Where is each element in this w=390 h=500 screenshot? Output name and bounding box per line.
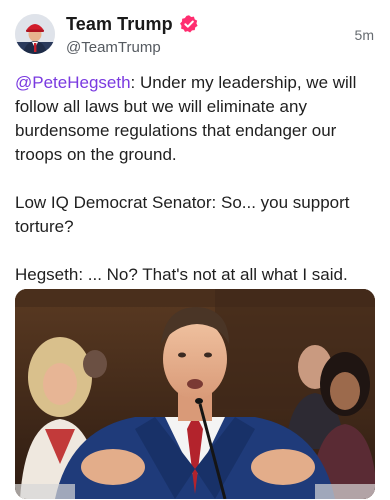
- post-paragraph-2: Low IQ Democrat Senator: So... you suppo…: [15, 193, 350, 236]
- display-name[interactable]: Team Trump: [66, 14, 173, 35]
- post-media-image[interactable]: [15, 289, 375, 499]
- avatar[interactable]: [15, 14, 55, 54]
- post-card[interactable]: Team Trump @TeamTrump 5m @PeteHegseth: U…: [0, 0, 390, 500]
- post-body: @PeteHegseth: Under my leadership, we wi…: [15, 71, 380, 287]
- mention-link[interactable]: @PeteHegseth: [15, 73, 131, 92]
- verified-badge-icon: [179, 15, 198, 33]
- user-handle[interactable]: @TeamTrump: [66, 39, 161, 56]
- post-paragraph-1: @PeteHegseth: Under my leadership, we wi…: [15, 71, 380, 167]
- avatar-image: [15, 14, 55, 54]
- post-paragraph-3: Hegseth: ... No? That's not at all what …: [15, 265, 348, 284]
- post-timestamp: 5m: [354, 27, 374, 43]
- hearing-photo: [15, 289, 375, 499]
